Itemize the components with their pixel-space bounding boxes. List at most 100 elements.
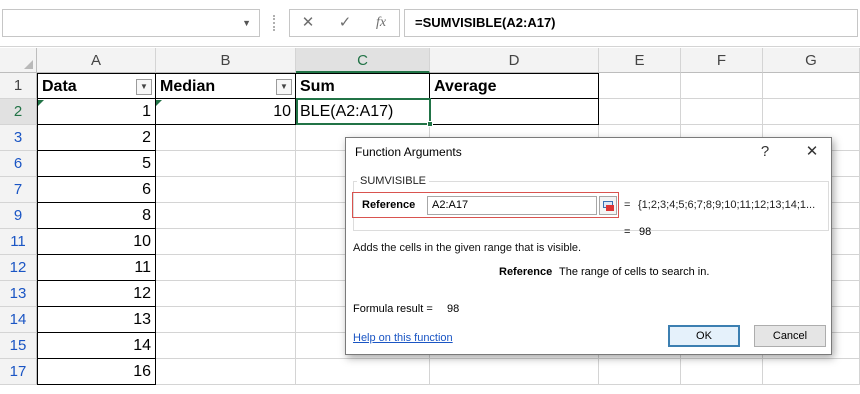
table-cell[interactable]	[156, 333, 296, 359]
table-cell[interactable]	[681, 359, 763, 385]
column-header-g[interactable]: G	[763, 48, 860, 73]
name-box[interactable]: ▼	[2, 9, 260, 37]
help-icon[interactable]: ?	[755, 142, 775, 162]
filter-applied-icon[interactable]: ▼	[136, 79, 152, 95]
row-header[interactable]: 1	[0, 73, 37, 99]
reference-input[interactable]: A2:A17	[427, 196, 597, 215]
collapse-dialog-icon[interactable]	[599, 196, 617, 215]
formula-bar: ▼ ✕ ✓ fx =SUMVISIBLE(A2:A17)	[0, 0, 860, 47]
active-cell-selection	[296, 98, 431, 125]
cell-value: 1	[142, 103, 151, 120]
table-cell[interactable]	[763, 99, 860, 125]
formula-bar-buttons: ✕ ✓ fx	[289, 9, 400, 37]
cell-value: 13	[133, 311, 151, 328]
cell-value: 12	[133, 285, 151, 302]
table-cell[interactable]: 12	[37, 281, 156, 307]
column-header-d[interactable]: D	[430, 48, 599, 73]
table-header-cell[interactable]: Median ▼	[156, 73, 296, 99]
table-cell[interactable]: 8	[37, 203, 156, 229]
column-header-b[interactable]: B	[156, 48, 296, 73]
row-header[interactable]: 13	[0, 281, 37, 307]
cell-value: 2	[142, 129, 151, 146]
insert-function-icon[interactable]: fx	[369, 13, 393, 33]
result-equals: =	[624, 226, 631, 238]
table-cell[interactable]	[156, 307, 296, 333]
table-cell[interactable]: 6	[37, 177, 156, 203]
table-header-cell[interactable]: Data ▼	[37, 73, 156, 99]
cancel-button[interactable]: Cancel	[754, 325, 826, 347]
table-cell[interactable]: 13	[37, 307, 156, 333]
table-cell[interactable]: 10	[37, 229, 156, 255]
table-cell[interactable]	[156, 359, 296, 385]
table-cell[interactable]	[156, 281, 296, 307]
table-cell[interactable]	[156, 125, 296, 151]
function-description: Adds the cells in the given range that i…	[353, 242, 582, 254]
argument-description-text: The range of cells to search in.	[559, 266, 710, 278]
table-cell[interactable]	[599, 73, 681, 99]
table-cell[interactable]	[681, 73, 763, 99]
table-header-cell[interactable]: Sum	[296, 73, 430, 99]
cell-value: 16	[133, 363, 151, 380]
row-header[interactable]: 15	[0, 333, 37, 359]
enter-icon[interactable]: ✓	[333, 13, 357, 33]
filter-dropdown-icon[interactable]: ▼	[276, 79, 292, 95]
close-icon[interactable]: ✕	[802, 142, 822, 162]
formula-result-label: Formula result =	[353, 303, 433, 315]
table-cell[interactable]: 5	[37, 151, 156, 177]
function-name: SUMVISIBLE	[357, 175, 430, 187]
header-cell-text: Sum	[300, 78, 335, 95]
table-cell[interactable]: 11	[37, 255, 156, 281]
table-cell[interactable]	[430, 99, 599, 125]
ok-button[interactable]: OK	[668, 325, 740, 347]
table-cell[interactable]	[296, 359, 430, 385]
table-header-cell[interactable]: Average	[430, 73, 599, 99]
function-arguments-dialog: Function Arguments ? ✕ SUMVISIBLE Refere…	[345, 137, 832, 355]
reference-argument-row: Reference A2:A17	[352, 192, 619, 218]
chevron-down-icon[interactable]: ▼	[242, 18, 251, 28]
column-header-f[interactable]: F	[681, 48, 763, 73]
table-cell[interactable]: 10	[156, 99, 296, 125]
cell-value: 10	[133, 233, 151, 250]
row-header[interactable]: 2	[0, 99, 37, 125]
column-header-e[interactable]: E	[599, 48, 681, 73]
table-cell[interactable]	[763, 359, 860, 385]
row-header[interactable]: 6	[0, 151, 37, 177]
table-cell[interactable]	[681, 99, 763, 125]
row-header[interactable]: 3	[0, 125, 37, 151]
column-header-a[interactable]: A	[37, 48, 156, 73]
help-on-function-link[interactable]: Help on this function	[353, 332, 453, 344]
row-header[interactable]: 7	[0, 177, 37, 203]
row-header[interactable]: 11	[0, 229, 37, 255]
cell-value: 6	[142, 181, 151, 198]
formula-result-value: 98	[447, 303, 460, 315]
table-cell[interactable]	[156, 151, 296, 177]
row-header[interactable]: 17	[0, 359, 37, 385]
table-cell[interactable]	[763, 73, 860, 99]
table-cell[interactable]	[156, 229, 296, 255]
table-cell[interactable]: 2	[37, 125, 156, 151]
table-cell[interactable]: 1	[37, 99, 156, 125]
cell-value: 5	[142, 155, 151, 172]
column-header-c[interactable]: C	[296, 48, 430, 73]
select-all-corner[interactable]	[0, 48, 37, 73]
row-header[interactable]: 12	[0, 255, 37, 281]
header-cell-text: Average	[434, 78, 497, 95]
table-cell[interactable]	[599, 359, 681, 385]
table-cell[interactable]	[599, 99, 681, 125]
row-header[interactable]: 9	[0, 203, 37, 229]
formula-input[interactable]: =SUMVISIBLE(A2:A17)	[404, 9, 858, 37]
table-cell[interactable]: 14	[37, 333, 156, 359]
header-cell-text: Median	[160, 78, 216, 95]
cancel-icon[interactable]: ✕	[296, 13, 320, 33]
argument-equals: =	[624, 199, 631, 211]
table-cell[interactable]: 16	[37, 359, 156, 385]
formula-bar-grip[interactable]	[273, 15, 276, 31]
table-cell[interactable]	[156, 177, 296, 203]
row-header[interactable]: 14	[0, 307, 37, 333]
header-cell-text: Data	[42, 78, 77, 95]
table-cell[interactable]	[430, 359, 599, 385]
table-cell[interactable]	[156, 203, 296, 229]
fill-handle[interactable]	[427, 121, 433, 127]
cell-value: 8	[142, 207, 151, 224]
table-cell[interactable]	[156, 255, 296, 281]
